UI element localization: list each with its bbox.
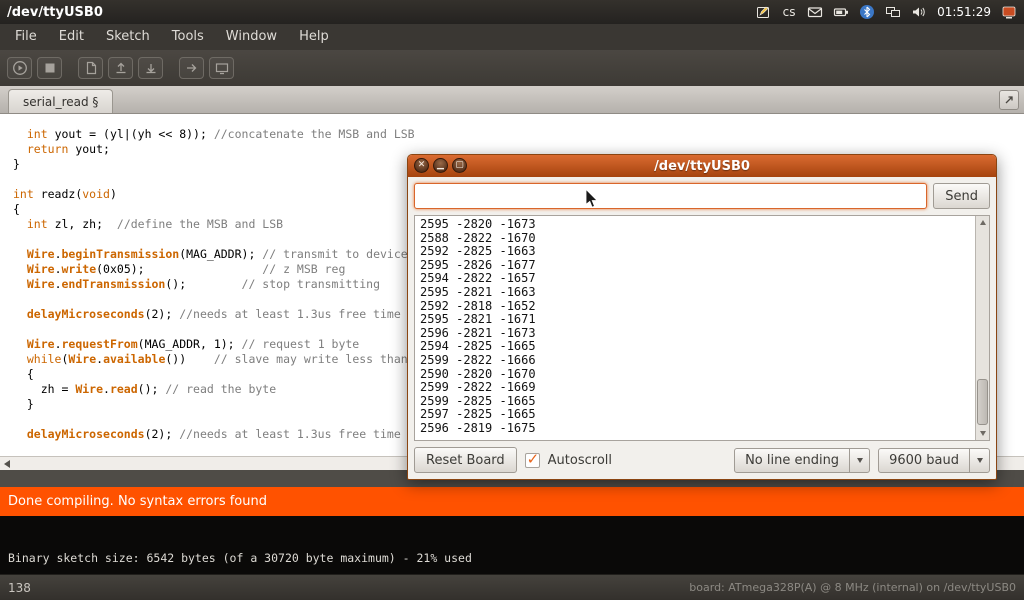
serial-line: 2596 -2821 -1673 bbox=[420, 327, 973, 341]
popout-icon bbox=[1003, 94, 1015, 106]
autoscroll-label: Autoscroll bbox=[548, 453, 612, 468]
serial-monitor-icon bbox=[214, 60, 230, 76]
battery-icon[interactable] bbox=[833, 4, 849, 20]
scroll-left-icon[interactable] bbox=[4, 460, 10, 468]
new-file-icon bbox=[83, 60, 99, 76]
open-icon bbox=[113, 60, 129, 76]
serial-line: 2595 -2821 -1663 bbox=[420, 286, 973, 300]
menu-item-help[interactable]: Help bbox=[288, 24, 340, 50]
baud-rate-value: 9600 baud bbox=[879, 453, 969, 468]
status-footer: 138 board: ATmega328P(A) @ 8 MHz (intern… bbox=[0, 574, 1024, 600]
serial-controls: Reset Board Autoscroll No line ending 96… bbox=[414, 447, 990, 473]
toolbar bbox=[0, 50, 1024, 86]
serial-line: 2599 -2822 -1669 bbox=[420, 381, 973, 395]
tab-menu-button[interactable] bbox=[999, 90, 1019, 110]
serial-line: 2599 -2822 -1666 bbox=[420, 354, 973, 368]
bluetooth-icon[interactable] bbox=[859, 4, 875, 20]
tab-label: serial_read § bbox=[23, 95, 98, 109]
serial-line: 2595 -2821 -1671 bbox=[420, 313, 973, 327]
serial-line: 2592 -2818 -1652 bbox=[420, 300, 973, 314]
serial-line: 2594 -2825 -1665 bbox=[420, 340, 973, 354]
autoscroll-checkbox[interactable] bbox=[525, 453, 540, 468]
serial-line: 2590 -2820 -1670 bbox=[420, 368, 973, 382]
menu-item-sketch[interactable]: Sketch bbox=[95, 24, 161, 50]
menu-item-edit[interactable]: Edit bbox=[48, 24, 95, 50]
tab-bar: serial_read § bbox=[0, 86, 1024, 114]
session-menu-icon[interactable] bbox=[1001, 4, 1017, 20]
dialog-title: /dev/ttyUSB0 bbox=[654, 159, 750, 174]
scroll-down-icon[interactable] bbox=[976, 427, 989, 440]
mail-icon[interactable] bbox=[807, 4, 823, 20]
console-text: Binary sketch size: 6542 bytes (of a 307… bbox=[8, 551, 472, 565]
chevron-down-icon bbox=[849, 449, 869, 472]
desktop: /dev/ttyUSB0 cs 01:51:29 bbox=[0, 0, 1024, 600]
serial-monitor-window: ✕ ▁ ▢ /dev/ttyUSB0 Send 2595 -2820 -1673… bbox=[407, 154, 997, 480]
dialog-titlebar[interactable]: ✕ ▁ ▢ /dev/ttyUSB0 bbox=[408, 155, 996, 177]
window-title: /dev/ttyUSB0 bbox=[7, 5, 103, 20]
serial-input[interactable] bbox=[414, 183, 927, 209]
serial-output: 2595 -2820 -16732588 -2822 -16702592 -28… bbox=[420, 218, 973, 440]
chevron-down-icon bbox=[969, 449, 989, 472]
tab-serial-read[interactable]: serial_read § bbox=[8, 89, 113, 113]
line-ending-select[interactable]: No line ending bbox=[734, 448, 870, 473]
save-icon bbox=[143, 60, 159, 76]
open-button[interactable] bbox=[108, 57, 133, 79]
volume-icon[interactable] bbox=[911, 4, 927, 20]
menu-bar: FileEditSketchToolsWindowHelp bbox=[0, 24, 1024, 50]
serial-line: 2599 -2825 -1665 bbox=[420, 395, 973, 409]
new-sketch-button[interactable] bbox=[78, 57, 103, 79]
serial-line: 2594 -2822 -1657 bbox=[420, 272, 973, 286]
upload-button[interactable] bbox=[179, 57, 204, 79]
send-button[interactable]: Send bbox=[933, 183, 990, 209]
save-button[interactable] bbox=[138, 57, 163, 79]
maximize-button[interactable]: ▢ bbox=[452, 158, 467, 173]
serial-line: 2596 -2819 -1675 bbox=[420, 422, 973, 436]
serial-line: 2597 -2825 -1665 bbox=[420, 408, 973, 422]
serial-line: 2592 -2825 -1663 bbox=[420, 245, 973, 259]
compile-status-message: Done compiling. No syntax errors found bbox=[8, 494, 267, 509]
compile-status-bar: Done compiling. No syntax errors found bbox=[0, 487, 1024, 516]
serial-line: 2595 -2820 -1673 bbox=[420, 218, 973, 232]
serial-scrollbar[interactable] bbox=[975, 216, 989, 440]
board-info: board: ATmega328P(A) @ 8 MHz (internal) … bbox=[689, 581, 1016, 594]
menu-item-tools[interactable]: Tools bbox=[161, 24, 215, 50]
code-line: int yout = (yl|(yh << 8)); //concatenate… bbox=[13, 127, 1024, 142]
scroll-up-icon[interactable] bbox=[976, 216, 989, 229]
keyboard-layout-indicator[interactable]: cs bbox=[781, 4, 797, 20]
verify-icon bbox=[12, 60, 28, 76]
scrollbar-thumb[interactable] bbox=[977, 379, 988, 425]
serial-output-area[interactable]: 2595 -2820 -16732588 -2822 -16702592 -28… bbox=[414, 215, 990, 441]
text-entry-icon[interactable] bbox=[755, 4, 771, 20]
send-row: Send bbox=[414, 183, 990, 209]
network-icon[interactable] bbox=[885, 4, 901, 20]
menu-item-window[interactable]: Window bbox=[215, 24, 288, 50]
line-ending-value: No line ending bbox=[735, 453, 849, 468]
top-panel: /dev/ttyUSB0 cs 01:51:29 bbox=[0, 0, 1024, 24]
close-button[interactable]: ✕ bbox=[414, 158, 429, 173]
verify-button[interactable] bbox=[7, 57, 32, 79]
line-number-indicator: 138 bbox=[8, 581, 31, 595]
system-tray: cs 01:51:29 bbox=[755, 4, 1017, 20]
clock[interactable]: 01:51:29 bbox=[937, 4, 991, 20]
stop-icon bbox=[42, 60, 58, 76]
console-output: Binary sketch size: 6542 bytes (of a 307… bbox=[0, 516, 1024, 574]
serial-line: 2588 -2822 -1670 bbox=[420, 232, 973, 246]
serial-monitor-button[interactable] bbox=[209, 57, 234, 79]
serial-line: 2595 -2826 -1677 bbox=[420, 259, 973, 273]
window-controls: ✕ ▁ ▢ bbox=[414, 158, 467, 173]
menu-item-file[interactable]: File bbox=[4, 24, 48, 50]
upload-icon bbox=[184, 60, 200, 76]
minimize-button[interactable]: ▁ bbox=[433, 158, 448, 173]
baud-rate-select[interactable]: 9600 baud bbox=[878, 448, 990, 473]
dialog-body: Send 2595 -2820 -16732588 -2822 -1670259… bbox=[408, 177, 996, 479]
mouse-cursor bbox=[584, 189, 602, 209]
stop-button[interactable] bbox=[37, 57, 62, 79]
reset-board-button[interactable]: Reset Board bbox=[414, 447, 517, 473]
